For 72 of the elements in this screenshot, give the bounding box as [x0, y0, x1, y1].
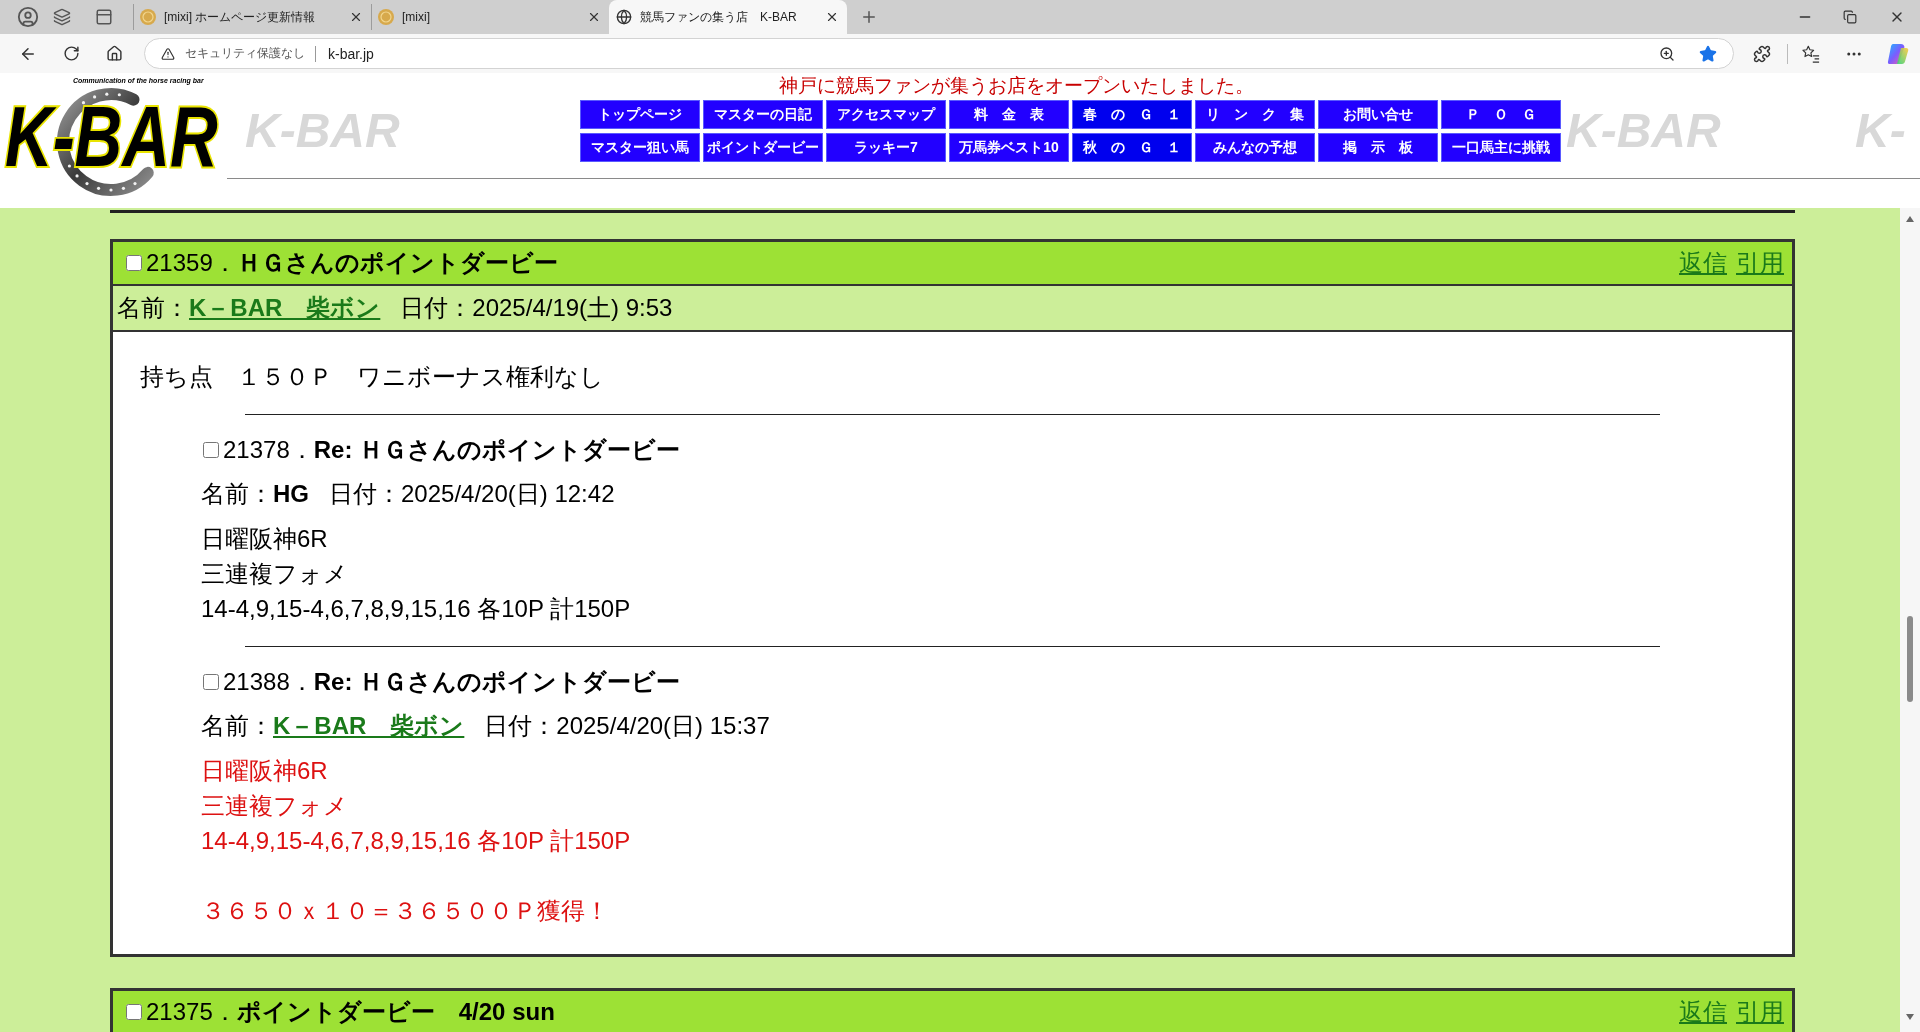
- author-link[interactable]: K－BAR 柴ボン: [189, 292, 381, 324]
- nav-button[interactable]: ポイントダービー: [703, 133, 823, 162]
- favorite-star-icon[interactable]: [1699, 44, 1717, 63]
- favorites-icon[interactable]: [1802, 44, 1820, 63]
- workspaces-icon[interactable]: [53, 8, 71, 26]
- name-label: 名前：: [201, 479, 273, 509]
- scroll-down-icon[interactable]: [1906, 1014, 1914, 1020]
- restore-icon[interactable]: [1843, 10, 1857, 24]
- scrollbar-thumb[interactable]: [1907, 616, 1913, 702]
- tab-actions-icon[interactable]: [95, 8, 113, 26]
- post-checkbox[interactable]: [203, 442, 219, 458]
- address-field[interactable]: セキュリティ保護なし k-bar.jp: [144, 38, 1734, 69]
- nav-button[interactable]: 春 の Ｇ １: [1072, 100, 1192, 129]
- post-checkbox[interactable]: [126, 255, 142, 271]
- author-name: HG: [273, 480, 309, 508]
- post-checkbox[interactable]: [126, 1004, 142, 1020]
- announcement-text: 神戸に競馬ファンが集うお店をオープンいたしました。: [779, 75, 1254, 97]
- post-date: 日付：2025/4/20(日) 12:42: [329, 479, 615, 509]
- message-line: 三連複フォメ: [201, 559, 349, 589]
- favicon-icon: [140, 9, 156, 25]
- nav-button[interactable]: 秋 の Ｇ １: [1072, 133, 1192, 162]
- assistant-icon[interactable]: [1887, 42, 1909, 65]
- message-line: 日曜阪神6R: [201, 524, 329, 554]
- nav-button[interactable]: ラッキー7: [826, 133, 946, 162]
- extensions-icon[interactable]: [1753, 44, 1771, 63]
- message-line: 持ち点 １５０Ｐ ワニボーナス権利なし: [140, 362, 605, 392]
- post-number: 21375．: [146, 997, 237, 1027]
- post-date: 日付：2025/4/19(土) 9:53: [400, 293, 673, 323]
- nav-button[interactable]: マスターの日記: [703, 100, 823, 129]
- post-number: 21359．: [146, 248, 237, 278]
- zoom-icon[interactable]: [1659, 45, 1675, 62]
- close-icon[interactable]: [587, 10, 601, 24]
- scroll-up-icon[interactable]: [1906, 216, 1914, 222]
- nav-button[interactable]: マスター狙い馬: [580, 133, 700, 162]
- post-title: Re: ＨＧさんのポイントダービー: [313, 667, 681, 697]
- globe-icon: [616, 9, 632, 25]
- post-title: ポイントダービー 4/20 sun: [236, 997, 555, 1027]
- name-label: 名前：: [201, 711, 273, 741]
- message-line: ３６５０ｘ１０＝３６５００Ｐ獲得！: [201, 896, 610, 926]
- name-label: 名前：: [117, 293, 189, 323]
- message-line: 三連複フォメ: [201, 791, 349, 821]
- warning-icon: [161, 46, 175, 61]
- home-icon[interactable]: [106, 45, 123, 62]
- nav-button[interactable]: 料 金 表: [949, 100, 1069, 129]
- profile-icon[interactable]: [17, 6, 39, 28]
- author-link[interactable]: K－BAR 柴ボン: [273, 710, 465, 742]
- browser-tab[interactable]: 競馬ファンの集う店 K-BAR: [609, 0, 847, 34]
- close-icon[interactable]: [825, 10, 839, 24]
- nav-button[interactable]: お問い合せ: [1318, 100, 1438, 129]
- nav-button[interactable]: トップページ: [580, 100, 700, 129]
- nav-button[interactable]: 一口馬主に挑戦: [1441, 133, 1561, 162]
- message-line: 14-4,9,15-4,6,7,8,9,15,16 各10P 計150P: [201, 826, 632, 856]
- post-date: 日付：2025/4/20(日) 15:37: [484, 711, 770, 741]
- nav-button[interactable]: Ｐ Ｏ Ｇ: [1441, 100, 1561, 129]
- close-icon[interactable]: [349, 10, 363, 24]
- reload-icon[interactable]: [63, 45, 80, 62]
- nav-button[interactable]: みんなの予想: [1195, 133, 1315, 162]
- nav-button[interactable]: アクセスマップ: [826, 100, 946, 129]
- nav-button[interactable]: リ ン ク 集: [1195, 100, 1315, 129]
- post-number: 21388．: [223, 667, 314, 697]
- nav-button[interactable]: 掲 示 板: [1318, 133, 1438, 162]
- nav-button[interactable]: 万馬券ベスト10: [949, 133, 1069, 162]
- message-line: 日曜阪神6R: [201, 756, 329, 786]
- post-number: 21378．: [223, 435, 314, 465]
- post-title: ＨＧさんのポイントダービー: [236, 248, 558, 278]
- favicon-icon: [378, 9, 394, 25]
- post-checkbox[interactable]: [203, 674, 219, 690]
- post-title: Re: ＨＧさんのポイントダービー: [313, 435, 681, 465]
- message-line: 14-4,9,15-4,6,7,8,9,15,16 各10P 計150P: [201, 594, 632, 624]
- browser-tab[interactable]: [mixi]: [371, 4, 609, 30]
- browser-tab[interactable]: [mixi] ホームページ更新情報: [133, 4, 371, 30]
- new-tab-icon[interactable]: [860, 8, 878, 26]
